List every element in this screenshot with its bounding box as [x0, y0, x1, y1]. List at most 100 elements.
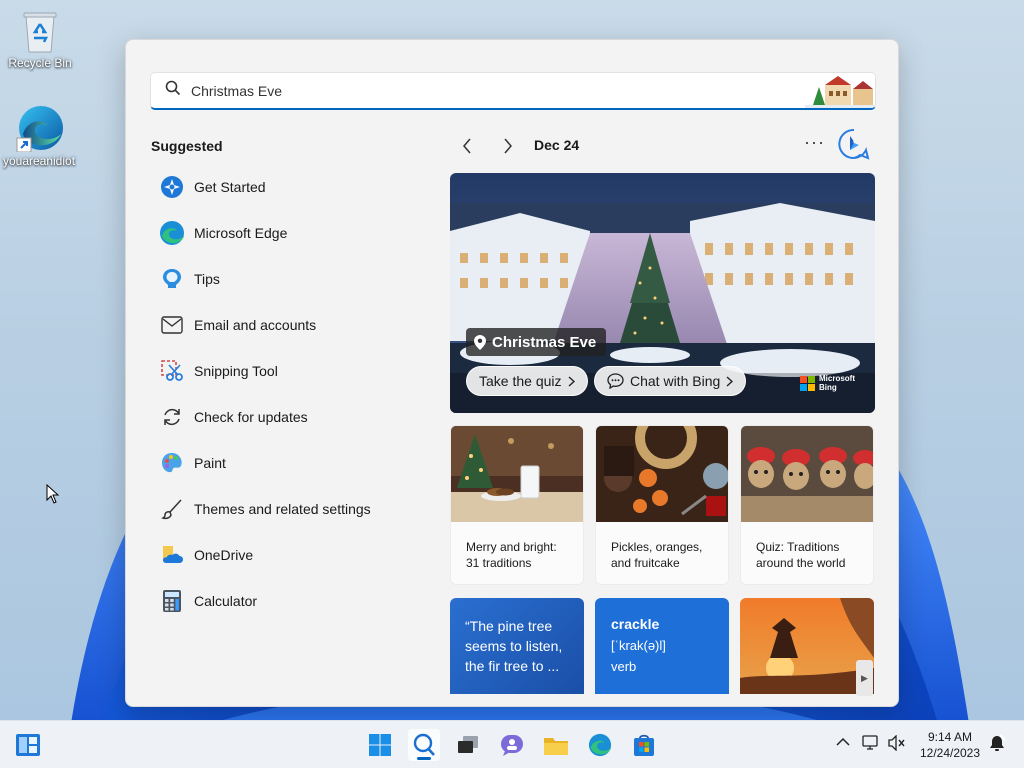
- suggested-item-calculator[interactable]: Calculator: [150, 578, 420, 624]
- clock-date: 12/24/2023: [919, 746, 981, 760]
- suggested-item-get-started[interactable]: Get Started: [150, 164, 420, 210]
- edge-shortcut-icon: [16, 106, 63, 152]
- widgets-button[interactable]: [12, 729, 44, 761]
- highlight-card-quiz[interactable]: Quiz: Traditions around the world: [740, 425, 874, 585]
- suggested-heading: Suggested: [151, 138, 223, 154]
- word-pronunciation: [ˈkrak(ə)l]: [611, 638, 666, 653]
- suggested-item-label: Get Started: [194, 179, 266, 195]
- tile-image-sunset: [740, 598, 874, 694]
- suggested-item-email-accounts[interactable]: Email and accounts: [150, 302, 420, 348]
- card-image-cookies: [451, 426, 583, 522]
- suggested-item-snipping-tool[interactable]: Snipping Tool: [150, 348, 420, 394]
- highlight-card-pickles[interactable]: Pickles, oranges, and fruitcake: [595, 425, 729, 585]
- hero-title: Christmas Eve: [492, 333, 597, 351]
- search-box[interactable]: [150, 72, 876, 110]
- active-indicator: [417, 757, 431, 760]
- brand-line-1: Microsoft: [819, 374, 855, 383]
- notification-bell-icon: [990, 734, 1006, 751]
- widgets-icon: [16, 734, 40, 756]
- quote-tile[interactable]: “The pine tree seems to listen, the fir …: [450, 598, 584, 694]
- take-quiz-button[interactable]: Take the quiz: [466, 366, 588, 396]
- refresh-icon: [159, 404, 185, 430]
- suggested-item-label: Email and accounts: [194, 317, 317, 333]
- chevron-right-icon: [726, 375, 734, 387]
- highlight-date: Dec 24: [534, 137, 580, 153]
- edge-icon: [159, 220, 185, 246]
- brand-line-2: Bing: [819, 383, 837, 392]
- suggested-item-onedrive[interactable]: OneDrive: [150, 532, 420, 578]
- network-button[interactable]: [862, 735, 880, 756]
- start-button[interactable]: [364, 729, 396, 761]
- search-taskbar-button[interactable]: [408, 729, 440, 761]
- chat-with-bing-label: Chat with Bing: [630, 373, 721, 389]
- task-view-icon: [458, 736, 478, 753]
- show-hidden-icons-button[interactable]: [836, 735, 850, 754]
- chevron-right-icon: [568, 375, 575, 387]
- chat-taskbar-button[interactable]: [496, 729, 528, 761]
- mouse-cursor-icon: [46, 484, 60, 504]
- suggested-item-edge[interactable]: Microsoft Edge: [150, 210, 420, 256]
- suggested-item-label: Snipping Tool: [194, 363, 278, 379]
- scroll-right-button[interactable]: ▶: [856, 660, 873, 696]
- more-options-button[interactable]: ···: [804, 132, 825, 153]
- search-input[interactable]: [191, 82, 875, 99]
- store-icon: [634, 734, 654, 756]
- quote-text: “The pine tree seems to listen, the fir …: [465, 618, 563, 674]
- image-tile[interactable]: [740, 598, 874, 694]
- next-day-button[interactable]: [496, 134, 520, 158]
- hero-card[interactable]: Christmas Eve Take the quiz Chat with Bi…: [450, 173, 875, 413]
- network-icon: [862, 735, 878, 750]
- suggested-item-themes[interactable]: Themes and related settings: [150, 486, 420, 532]
- speaker-muted-icon: [888, 734, 905, 752]
- suggested-list: Get Started Microsoft Edge Tips Email an…: [150, 164, 420, 624]
- card-caption: Pickles, oranges, and fruitcake: [611, 540, 703, 570]
- suggested-item-label: Paint: [194, 455, 226, 471]
- suggested-item-label: OneDrive: [194, 547, 254, 563]
- brush-icon: [159, 496, 185, 522]
- suggested-item-paint[interactable]: Paint: [150, 440, 420, 486]
- card-caption: Quiz: Traditions around the world: [756, 540, 846, 570]
- task-view-button[interactable]: [452, 729, 484, 761]
- edge-icon: [588, 733, 612, 757]
- taskbar: 9:14 AM 12/24/2023: [0, 720, 1024, 768]
- chat-icon: [501, 735, 523, 756]
- previous-day-button[interactable]: [455, 134, 479, 158]
- search-highlight-art: [805, 73, 875, 108]
- volume-button[interactable]: [888, 734, 906, 756]
- onedrive-icon: [159, 542, 185, 568]
- desktop-icon-label: Recycle Bin: [8, 56, 72, 70]
- word-part-of-speech: verb: [611, 659, 637, 674]
- mail-icon: [159, 312, 185, 338]
- snipping-tool-icon: [159, 358, 185, 384]
- word-text: crackle: [611, 616, 660, 632]
- tips-icon: [159, 266, 185, 292]
- highlight-card-traditions[interactable]: Merry and bright: 31 traditions: [450, 425, 584, 585]
- take-quiz-label: Take the quiz: [479, 373, 562, 389]
- recycle-bin-icon: [23, 12, 57, 53]
- microsoft-logo-icon: [800, 375, 815, 391]
- edge-taskbar-button[interactable]: [584, 729, 616, 761]
- desktop-icon-recycle-bin[interactable]: Recycle Bin: [0, 8, 80, 70]
- file-explorer-button[interactable]: [540, 729, 572, 761]
- chevron-right-icon: [504, 138, 512, 154]
- notifications-button[interactable]: [988, 734, 1006, 757]
- hero-title-chip: Christmas Eve: [466, 328, 607, 356]
- bing-chat-button[interactable]: [838, 128, 870, 165]
- card-image-food: [596, 426, 728, 522]
- desktop-icon-youareanidiot[interactable]: youareanidiot: [0, 104, 79, 168]
- word-of-the-day-tile[interactable]: crackle [ˈkrak(ə)l] verb: [595, 598, 729, 694]
- search-icon: [165, 80, 181, 101]
- clock[interactable]: 9:14 AM 12/24/2023: [912, 729, 988, 761]
- microsoft-bing-logo: Microsoft Bing: [800, 374, 855, 392]
- desktop-icon-label: youareanidiot: [2, 154, 76, 168]
- chevron-left-icon: [463, 138, 471, 154]
- suggested-item-check-updates[interactable]: Check for updates: [150, 394, 420, 440]
- suggested-item-tips[interactable]: Tips: [150, 256, 420, 302]
- search-icon: [413, 733, 435, 756]
- store-taskbar-button[interactable]: [628, 729, 660, 761]
- chat-with-bing-button[interactable]: Chat with Bing: [594, 366, 747, 396]
- paint-icon: [159, 450, 185, 476]
- chat-bubble-icon: [607, 373, 624, 389]
- clock-time: 9:14 AM: [927, 730, 973, 744]
- file-explorer-icon: [544, 738, 568, 755]
